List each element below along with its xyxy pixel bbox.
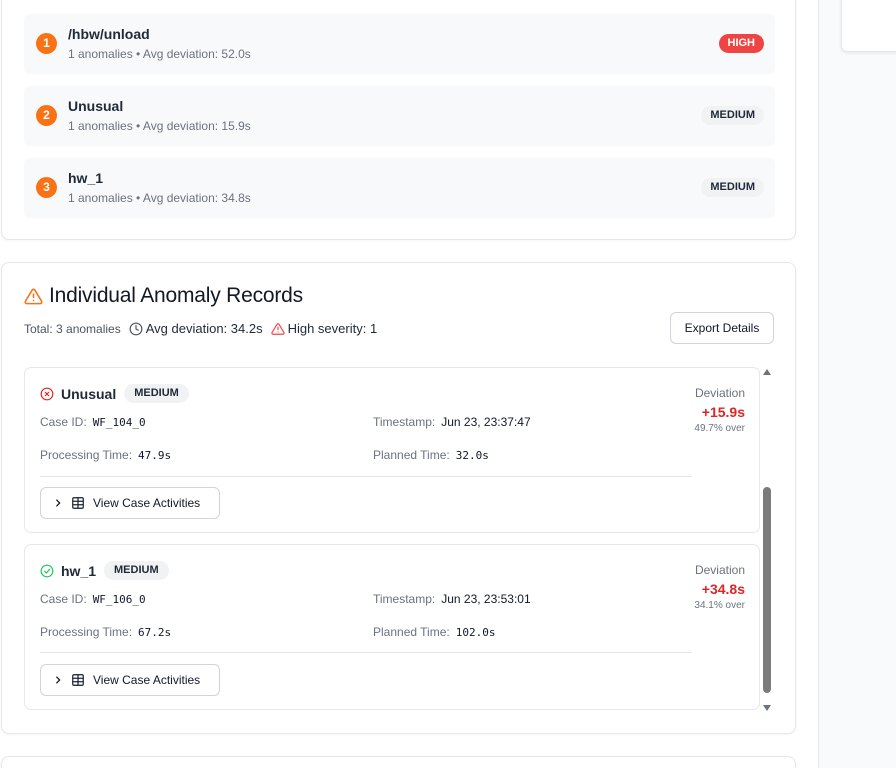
table-icon bbox=[72, 497, 84, 509]
severity-badge: MEDIUM bbox=[104, 561, 169, 580]
case-id-field: Case ID: WF_106_0 bbox=[40, 592, 146, 606]
planned-time-field: Planned Time: 32.0s bbox=[373, 448, 489, 462]
case-id-value: WF_104_0 bbox=[92, 416, 146, 429]
anomaly-records-card: Individual Anomaly Records Total: 3 anom… bbox=[1, 262, 796, 734]
summary-item-title: hw_1 bbox=[68, 170, 104, 186]
case-id-label: Case ID: bbox=[40, 415, 87, 429]
records-header: Individual Anomaly Records bbox=[24, 284, 303, 308]
anomaly-record: hw_1 MEDIUM Case ID: WF_106_0 Timestamp:… bbox=[24, 544, 760, 710]
planned-time-label: Planned Time: bbox=[373, 625, 450, 639]
deviation-value: +15.9s bbox=[701, 404, 745, 420]
warning-triangle-icon bbox=[24, 288, 43, 304]
record-header: hw_1 MEDIUM bbox=[40, 561, 169, 580]
timestamp-field: Timestamp: Jun 23, 23:37:47 bbox=[373, 415, 531, 429]
scrollbar-thumb[interactable] bbox=[763, 487, 771, 693]
processing-time-label: Processing Time: bbox=[40, 448, 133, 462]
records-stats: Total: 3 anomalies Avg deviation: 34.2s … bbox=[24, 321, 385, 336]
summary-item-subtitle: 1 anomalies • Avg deviation: 15.9s bbox=[68, 119, 251, 133]
planned-time-label: Planned Time: bbox=[373, 448, 450, 462]
timestamp-label: Timestamp: bbox=[373, 415, 436, 429]
x-circle-icon bbox=[40, 387, 54, 400]
rank-badge: 1 bbox=[36, 33, 57, 54]
warning-triangle-icon bbox=[270, 322, 285, 335]
summary-item-subtitle: 1 anomalies • Avg deviation: 52.0s bbox=[68, 47, 251, 61]
export-details-button[interactable]: Export Details bbox=[670, 312, 774, 344]
timestamp-label: Timestamp: bbox=[373, 592, 436, 606]
avg-deviation-text: Avg deviation: 34.2s bbox=[145, 321, 263, 336]
summary-item-title: Unusual bbox=[68, 98, 124, 114]
planned-time-value: 32.0s bbox=[455, 449, 489, 462]
severity-badge: HIGH bbox=[718, 34, 764, 53]
view-case-activities-button[interactable]: View Case Activities bbox=[40, 487, 220, 519]
scroll-down-arrow[interactable] bbox=[763, 705, 771, 711]
total-count: Total: 3 anomalies bbox=[24, 321, 121, 336]
planned-time-value: 102.0s bbox=[455, 626, 496, 639]
summary-item-title: /hbw/unload bbox=[68, 26, 150, 42]
records-scroll-area[interactable]: Unusual MEDIUM Case ID: WF_104_0 Timesta… bbox=[24, 367, 776, 713]
summary-item[interactable]: 3 hw_1 1 anomalies • Avg deviation: 34.8… bbox=[24, 158, 775, 218]
records-title: Individual Anomaly Records bbox=[49, 284, 303, 307]
clock-icon bbox=[129, 322, 143, 335]
rank-badge: 2 bbox=[36, 105, 57, 126]
summary-item[interactable]: 2 Unusual 1 anomalies • Avg deviation: 1… bbox=[24, 86, 775, 146]
avg-deviation-stat: Avg deviation: 34.2s bbox=[129, 321, 263, 336]
deviation-value: +34.8s bbox=[701, 581, 745, 597]
view-case-activities-label: View Case Activities bbox=[93, 496, 201, 510]
top-anomalies-card: 1 /hbw/unload 1 anomalies • Avg deviatio… bbox=[1, 0, 796, 240]
case-id-label: Case ID: bbox=[40, 592, 87, 606]
severity-badge: MEDIUM bbox=[701, 106, 764, 125]
chevron-right-icon bbox=[56, 676, 61, 684]
records-scrollbar[interactable] bbox=[762, 367, 773, 713]
page: 1 /hbw/unload 1 anomalies • Avg deviatio… bbox=[0, 0, 896, 768]
deviation-block: Deviation +15.9s 49.7% over bbox=[694, 386, 745, 434]
high-severity-text: High severity: 1 bbox=[287, 321, 378, 336]
rank-badge: 3 bbox=[36, 177, 57, 198]
summary-item[interactable]: 1 /hbw/unload 1 anomalies • Avg deviatio… bbox=[24, 14, 775, 74]
scroll-up-arrow[interactable] bbox=[763, 369, 771, 375]
timestamp-field: Timestamp: Jun 23, 23:53:01 bbox=[373, 592, 531, 606]
planned-time-field: Planned Time: 102.0s bbox=[373, 625, 495, 639]
record-name: hw_1 bbox=[61, 562, 97, 579]
timestamp-value: Jun 23, 23:53:01 bbox=[441, 592, 531, 606]
deviation-percent: 34.1% over bbox=[694, 600, 745, 611]
processing-time-field: Processing Time: 47.9s bbox=[40, 448, 171, 462]
summary-item-subtitle: 1 anomalies • Avg deviation: 34.8s bbox=[68, 191, 251, 205]
table-icon bbox=[72, 674, 84, 686]
record-header: Unusual MEDIUM bbox=[40, 384, 189, 403]
view-case-activities-label: View Case Activities bbox=[93, 673, 201, 687]
record-name: Unusual bbox=[61, 385, 117, 402]
view-case-activities-button[interactable]: View Case Activities bbox=[40, 664, 220, 696]
chevron-right-icon bbox=[56, 499, 61, 507]
anomaly-record: Unusual MEDIUM Case ID: WF_104_0 Timesta… bbox=[24, 367, 760, 533]
processing-time-value: 67.2s bbox=[138, 626, 172, 639]
deviation-percent: 49.7% over bbox=[694, 423, 745, 434]
severity-badge: MEDIUM bbox=[124, 384, 189, 403]
divider bbox=[40, 476, 692, 477]
deviation-label: Deviation bbox=[694, 386, 745, 400]
right-panel-card bbox=[841, 0, 896, 52]
right-sidebar bbox=[818, 0, 896, 768]
next-section-card bbox=[1, 756, 796, 768]
timestamp-value: Jun 23, 23:37:47 bbox=[441, 415, 531, 429]
case-id-field: Case ID: WF_104_0 bbox=[40, 415, 146, 429]
case-id-value: WF_106_0 bbox=[92, 593, 146, 606]
severity-badge: MEDIUM bbox=[701, 178, 764, 197]
divider bbox=[40, 652, 692, 653]
check-circle-icon bbox=[40, 564, 54, 577]
high-severity-stat: High severity: 1 bbox=[270, 321, 378, 336]
processing-time-field: Processing Time: 67.2s bbox=[40, 625, 171, 639]
deviation-label: Deviation bbox=[694, 563, 745, 577]
processing-time-value: 47.9s bbox=[138, 449, 172, 462]
deviation-block: Deviation +34.8s 34.1% over bbox=[694, 563, 745, 611]
processing-time-label: Processing Time: bbox=[40, 625, 133, 639]
